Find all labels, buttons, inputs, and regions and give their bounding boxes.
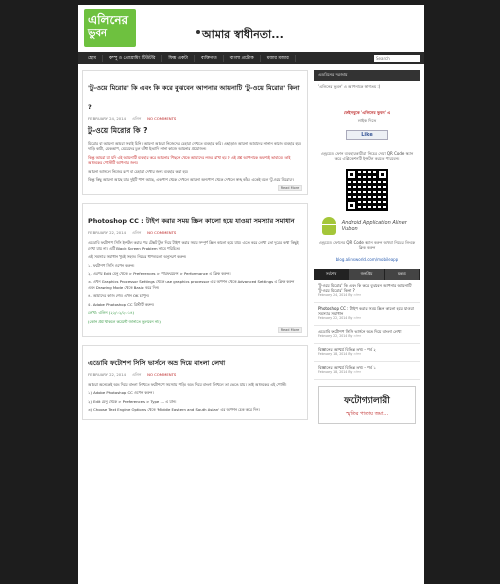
recent-post-title: 'টু-ওয়ে মিরোর' কি এবং কি করে বুঝবেন আপন… — [318, 283, 412, 293]
recent-post-item[interactable]: 'টু-ওয়ে মিরোর' কি এবং কি করে বুঝবেন আপন… — [314, 280, 420, 303]
post-paragraph: ৪. আমাদের কাজ শেষ। এখন OK চাপুন। — [88, 293, 150, 299]
post-card: 'টু-ওয়ে মিরোর' কি এবং কি করে বুঝবেন আপন… — [82, 70, 308, 196]
nav-item-fun[interactable]: মজার মজার — [261, 54, 296, 62]
post-author[interactable]: এলিন — [132, 372, 141, 379]
read-more-button[interactable]: Read More — [278, 326, 302, 333]
qr-corner — [346, 168, 357, 180]
post-paragraph: ২) Edit মেনু থেকে > Preferences > Type .… — [88, 398, 177, 404]
post-note: (কোন প্রশ্ন থাকলে কমেন্টে জানাতে ভুলবেন … — [88, 318, 161, 324]
recent-post-meta: February 24, 2014 By এলিন — [318, 293, 362, 297]
recent-post-item[interactable]: Photoshop CC : টাইপ করার সময় স্ক্রিন কা… — [314, 303, 420, 326]
post-card: Photoshop CC : টাইপ করার সময় স্ক্রিন কা… — [82, 203, 308, 337]
app-text: এন্ড্রয়েড ফোনের QR Code স্ক্যান করুন অথ… — [318, 239, 416, 251]
post-paragraph: এই সমস্যার সমাধান খুবই সহজ। নিচের ধাপগুল… — [88, 254, 187, 260]
recent-post-title: Photoshop CC : টাইপ করার সময় স্ক্রিন কা… — [318, 306, 414, 316]
banner-subtitle: স্মৃতির পাতায় জমা... — [345, 411, 389, 417]
post-subhead: টু-ওয়ে মিরোর কি ? — [88, 126, 148, 135]
recent-post-item[interactable]: বিজ্ঞানের আশ্চর্য বিভিন্ন তথ্য - পর্ব ১ … — [314, 362, 420, 380]
tab-recent[interactable]: সর্বশেষ — [314, 269, 350, 280]
site-header: এলিনের ভুবন আমার স্বাধীনতা... — [78, 5, 424, 52]
qr-corner — [346, 199, 357, 211]
site-motto: আমার স্বাধীনতা... — [196, 26, 284, 45]
post-meta: FEBRUARY 22, 2014 এলিন NO COMMENTS — [88, 372, 302, 379]
nav-item-bangla[interactable]: বাংলা প্রটোক — [224, 54, 261, 62]
logo-line2: ভুবন — [88, 28, 107, 39]
post-paragraph: ৫. Adobe Photoshop CC রিস্টার্ট করুন। — [88, 301, 154, 307]
post-date: FEBRUARY 24, 2014 — [88, 116, 127, 121]
read-more-button[interactable]: Read More — [278, 185, 302, 192]
search-input[interactable] — [374, 54, 420, 62]
recent-post-meta: February 22, 2014 By এলিন — [318, 316, 362, 320]
site-logo[interactable]: এলিনের ভুবন — [84, 9, 136, 47]
post-comments[interactable]: NO COMMENTS — [147, 372, 176, 379]
tab-popular[interactable]: জনপ্রিয় — [349, 269, 385, 280]
main-nav: হোম কম্পু ও প্রোগ্রামিং টিউটরি ফিক্স একট… — [78, 52, 424, 64]
post-title[interactable]: 'টু-ওয়ে মিরোর' কি এবং কি করে বুঝবেন আপন… — [88, 84, 300, 111]
post-card: এডোবি ফটোশপ সিসি ভার্সনে অভ্র দিয়ে বাংল… — [82, 344, 308, 420]
page: এলিনের ভুবন আমার স্বাধীনতা... হোম কম্পু … — [78, 5, 424, 584]
widget-title: এডমিনের দরজায় — [314, 70, 420, 81]
post-meta: FEBRUARY 24, 2014 এলিন NO COMMENTS — [88, 116, 302, 123]
android-icon — [318, 215, 338, 237]
post-comments[interactable]: NO COMMENTS — [147, 116, 176, 123]
android-app-text: Android Application Aliner Vubon — [341, 219, 407, 232]
nav-item-home[interactable]: হোম — [82, 54, 103, 62]
android-app-promo[interactable]: Android Application Aliner Vubon — [314, 215, 420, 237]
logo-line1: এলিনের — [88, 13, 129, 27]
tab-comments[interactable]: মন্তব্য — [384, 269, 420, 280]
post-signature: লেখা: এলিন (২২/০২/২০১৪) — [88, 310, 134, 316]
post-paragraph: ১) Adobe Photoshop CC ওপেন করুন। — [88, 390, 154, 396]
post-paragraph: ৩. এখন Graphics Processor Settings থেকে … — [88, 279, 295, 290]
main-content: 'টু-ওয়ে মিরোর' কি এবং কি করে বুঝবেন আপন… — [82, 70, 308, 428]
post-paragraph: ২. এরপর Edit মেনু থেকে > Preferences > প… — [88, 271, 231, 277]
banner-title: ফটোগ্যালারী — [344, 396, 390, 406]
nav-item-personal[interactable]: ব্যক্তিগত — [195, 54, 224, 62]
qr-code — [346, 168, 388, 211]
qr-corner — [377, 168, 388, 180]
fb-text: ফেইসবুকে 'এলিনের ভুবন' এ — [343, 109, 391, 115]
welcome-text: 'এলিনের ভুবন' এ আপনাকে স্বাগতম :) — [318, 84, 381, 89]
sidebar-tabs: সর্বশেষ জনপ্রিয় মন্তব্য — [314, 269, 420, 280]
post-paragraph: কিন্তু কিছু আয়না আছে যার দুইটি পাশ আছে,… — [88, 177, 294, 183]
sidebar: এডমিনের দরজায় 'এলিনের ভুবন' এ আপনাকে স্… — [314, 70, 420, 424]
post-paragraph: আয়না আসলে নিজের রূপ বা চেহারা দেখার জন্… — [88, 168, 189, 174]
post-comments[interactable]: NO COMMENTS — [147, 230, 176, 237]
qr-text: এন্ড্রয়েড ফোন ব্যবহারকারীরা নিচের দেয়া… — [320, 150, 414, 162]
post-paragraph: ৩) Choose Text Engine Options থেকে 'Midd… — [88, 407, 260, 413]
app-link[interactable]: blog.alinsworld.com/mobileapp — [314, 254, 420, 266]
post-title[interactable]: Photoshop CC : টাইপ করার সময় স্ক্রিন কা… — [88, 217, 295, 225]
post-paragraph: ১. ফটোশপ সিসি ওপেন করুন। — [88, 262, 135, 268]
post-author[interactable]: এলিন — [132, 116, 141, 123]
recent-post-item[interactable]: এডোবি ফটোশপ সিসি ভার্সনে অভ্র দিয়ে বাংল… — [314, 326, 420, 344]
post-meta: FEBRUARY 22, 2014 এলিন NO COMMENTS — [88, 230, 302, 237]
recent-post-item[interactable]: বিজ্ঞানের আশ্চর্য বিভিন্ন তথ্য - পর্ব ২ … — [314, 344, 420, 362]
post-author[interactable]: এলিন — [132, 230, 141, 237]
post-date: FEBRUARY 22, 2014 — [88, 371, 127, 377]
recent-post-meta: February 18, 2014 By এলিন — [318, 352, 362, 356]
post-paragraph: আমরা অনেকেই অভ্র দিয়ে বাংলা লিখতে ফটোশপ… — [88, 381, 287, 387]
nav-item-fix[interactable]: ফিক্স একটা — [162, 54, 195, 62]
recent-post-meta: February 18, 2014 By এলিন — [318, 370, 362, 374]
facebook-like-button[interactable]: Like — [346, 129, 388, 140]
post-paragraph: এডোবি ফটোশপ সিসি ইন্সটল করার পর টেক্সট ট… — [88, 240, 299, 251]
fb-sub: লাইক দিতে — [357, 118, 377, 123]
recent-post-meta: February 22, 2014 By এলিন — [318, 334, 362, 338]
photo-gallery-banner[interactable]: ফটোগ্যালারী স্মৃতির পাতায় জমা... — [318, 386, 416, 424]
post-title[interactable]: এডোবি ফটোশপ সিসি ভার্সনে অভ্র দিয়ে বাংল… — [88, 359, 225, 367]
post-date: FEBRUARY 22, 2014 — [88, 230, 127, 236]
post-paragraph: কিন্তু আমরা যা যদি এই আয়নাটি ব্যবহার কর… — [88, 154, 291, 166]
nav-item-tutorial[interactable]: কম্পু ও প্রোগ্রামিং টিউটরি — [103, 54, 163, 62]
post-paragraph: মিরোর বা আয়না আমরা সবাই চিনি। আয়না আমর… — [88, 141, 302, 152]
